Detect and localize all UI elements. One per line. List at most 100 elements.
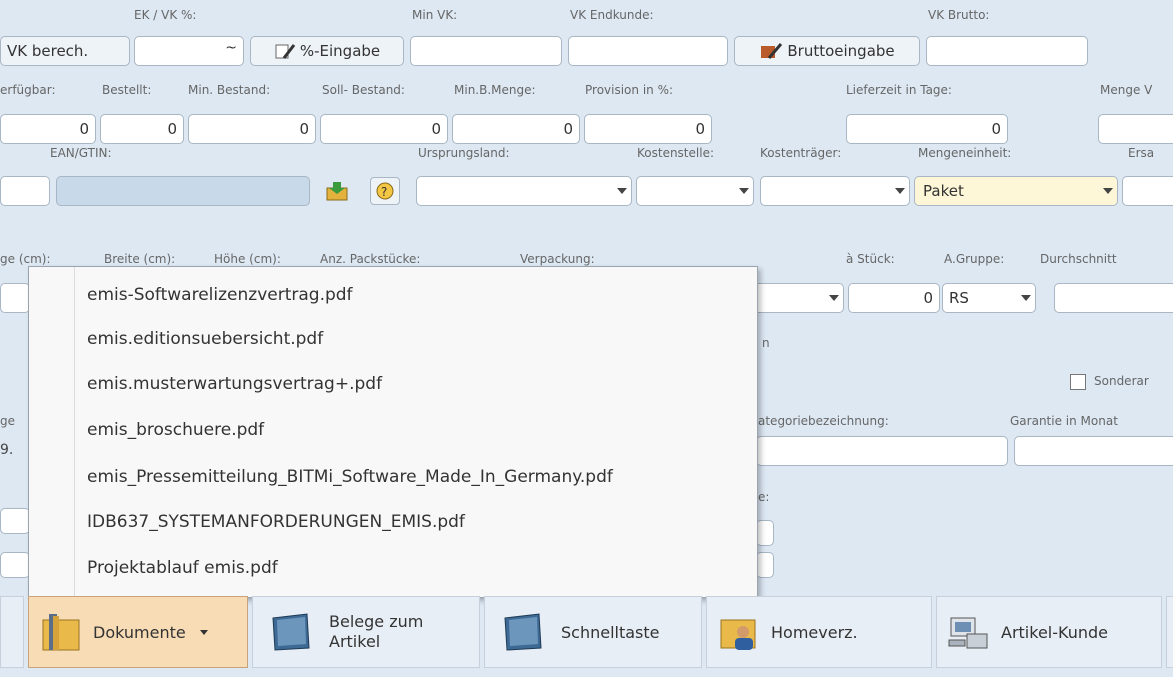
menu-item-projektablauf[interactable]: Projektablauf emis.pdf — [87, 558, 278, 578]
caret-down-icon — [199, 629, 208, 635]
a-gruppe-value: RS — [949, 289, 969, 307]
provision-label: Provision in %: — [585, 83, 674, 97]
bruttoeingabe-button[interactable]: Bruttoeingabe — [734, 36, 920, 66]
pencil-note-icon — [275, 44, 296, 59]
menu-item-pressemitteilung[interactable]: emis_Pressemitteilung_BITMi_Software_Mad… — [87, 467, 613, 487]
bestellt-field[interactable]: 0 — [100, 114, 184, 144]
vk-endkunde-field[interactable] — [568, 36, 728, 66]
verfuegbar-label: erfügbar: — [0, 83, 56, 97]
mengeneinheit-select[interactable]: Paket — [914, 176, 1118, 206]
left-field-1[interactable] — [0, 508, 30, 534]
chevron-down-icon — [1103, 188, 1113, 194]
a-gruppe-label: A.Gruppe: — [944, 252, 1005, 266]
homeverz-label: Homeverz. — [771, 622, 858, 642]
lieferzeit-field[interactable]: 0 — [846, 114, 1008, 144]
svg-text:?: ? — [381, 185, 387, 199]
schnelltaste-label: Schnelltaste — [561, 622, 660, 642]
menu-item-softwarelizenzvertrag[interactable]: emis-Softwarelizenzvertrag.pdf — [87, 285, 353, 305]
import-icon — [326, 182, 348, 201]
belege-label-line2: Artikel — [329, 632, 381, 651]
nine-label: 9. — [0, 442, 14, 458]
garantie-label: Garantie in Monat — [1010, 414, 1118, 428]
dokumente-button[interactable]: Dokumente — [28, 596, 248, 668]
verfuegbar-field[interactable]: 0 — [0, 114, 96, 144]
min-b-menge-field[interactable]: 0 — [452, 114, 580, 144]
provision-field[interactable]: 0 — [584, 114, 712, 144]
min-vk-field[interactable] — [410, 36, 562, 66]
chevron-down-icon — [1021, 295, 1031, 301]
a-stueck-field[interactable]: 0 — [848, 283, 940, 313]
chevron-down-icon — [829, 295, 839, 301]
user-folder-icon — [720, 619, 756, 650]
min-vk-label: Min VK: — [412, 8, 458, 22]
ge-label: ge — [0, 414, 15, 428]
ek-vk-select[interactable]: ~ — [134, 36, 244, 66]
belege-label-block: Belege zum Artikel — [329, 612, 423, 652]
laenge-label: ge (cm): — [0, 252, 51, 266]
left-field-2[interactable] — [0, 552, 30, 578]
ean-gtin-label: EAN/GTIN: — [50, 146, 112, 160]
n-label: n — [762, 336, 770, 350]
vk-berech-button[interactable]: VK berech. — [0, 36, 130, 66]
book-icon — [504, 613, 542, 651]
menu-item-broschuere[interactable]: emis_broschuere.pdf — [87, 420, 264, 440]
menge-v-label: Menge V — [1100, 83, 1153, 97]
chevron-down-icon — [739, 188, 749, 194]
kategoriebezeichnung-field[interactable] — [756, 436, 1008, 466]
ean-gtin-field[interactable] — [56, 176, 310, 206]
bruttoeingabe-label: Bruttoeingabe — [787, 42, 895, 60]
ursprungsland-select[interactable] — [416, 176, 632, 206]
a-gruppe-select[interactable]: RS — [942, 283, 1036, 313]
tilde-icon: ~ — [225, 40, 237, 56]
chevron-down-icon — [895, 188, 905, 194]
help-icon: ? — [376, 182, 394, 200]
menu-gutter — [74, 267, 75, 597]
vk-berech-label: VK berech. — [7, 42, 89, 60]
ersa-field[interactable] — [1122, 176, 1173, 206]
kostentraeger-label: Kostenträger: — [760, 146, 842, 160]
artikel-kunde-label: Artikel-Kunde — [1001, 622, 1108, 642]
spin-field-2[interactable] — [756, 552, 774, 578]
menge-v-field[interactable] — [1098, 114, 1173, 144]
spin-field-1[interactable] — [756, 520, 774, 546]
import-button[interactable] — [322, 177, 352, 205]
min-b-menge-label: Min.B.Menge: — [454, 83, 536, 97]
soll-bestand-field[interactable]: 0 — [320, 114, 448, 144]
mengeneinheit-label: Mengeneinheit: — [918, 146, 1012, 160]
kostenstelle-label: Kostenstelle: — [637, 146, 714, 160]
breite-label: Breite (cm): — [104, 252, 176, 266]
min-bestand-field[interactable]: 0 — [188, 114, 316, 144]
artikel-kunde-button[interactable]: Artikel-Kunde — [936, 596, 1162, 668]
bestellt-label: Bestellt: — [102, 83, 152, 97]
laenge-field[interactable] — [0, 283, 30, 313]
chevron-down-icon — [617, 188, 627, 194]
toolbar-left-edge — [0, 596, 24, 668]
e-label: e: — [758, 490, 770, 504]
kostenstelle-select[interactable] — [636, 176, 754, 206]
homeverz-button[interactable]: Homeverz. — [706, 596, 932, 668]
dokumente-menu: emis-Softwarelizenzvertrag.pdf emis.edit… — [28, 266, 758, 598]
prozent-eingabe-button[interactable]: %-Eingabe — [250, 36, 404, 66]
schnelltaste-button[interactable]: Schnelltaste — [484, 596, 702, 668]
help-button[interactable]: ? — [370, 177, 400, 205]
min-bestand-label: Min. Bestand: — [188, 83, 271, 97]
ursprungsland-label: Ursprungsland: — [418, 146, 510, 160]
vk-brutto-field[interactable] — [926, 36, 1088, 66]
sonderar-checkbox[interactable] — [1070, 374, 1086, 390]
ean-prefix-field[interactable] — [0, 176, 50, 206]
belege-zum-artikel-button[interactable]: Belege zum Artikel — [252, 596, 480, 668]
kostentraeger-select[interactable] — [760, 176, 910, 206]
belege-label-line1: Belege zum — [329, 612, 424, 631]
durchschnitt-label: Durchschnitt — [1040, 252, 1117, 266]
toolbar-right-edge — [1166, 596, 1173, 668]
menu-item-musterwartungsvertrag[interactable]: emis.musterwartungsvertrag+.pdf — [87, 374, 382, 394]
anz-packstuecke-label: Anz. Packstücke: — [320, 252, 421, 266]
kategoriebezeichnung-label: ategoriebezeichnung: — [758, 414, 889, 428]
garantie-field[interactable] — [1014, 436, 1173, 466]
durchschnitt-field[interactable] — [1054, 283, 1173, 313]
lieferzeit-label: Lieferzeit in Tage: — [846, 83, 952, 97]
menu-item-editionsuebersicht[interactable]: emis.editionsuebersicht.pdf — [87, 329, 323, 349]
hoehe-label: Höhe (cm): — [214, 252, 281, 266]
computer-icon — [948, 617, 988, 649]
menu-item-systemanforderungen[interactable]: IDB637_SYSTEMANFORDERUNGEN_EMIS.pdf — [87, 512, 465, 532]
